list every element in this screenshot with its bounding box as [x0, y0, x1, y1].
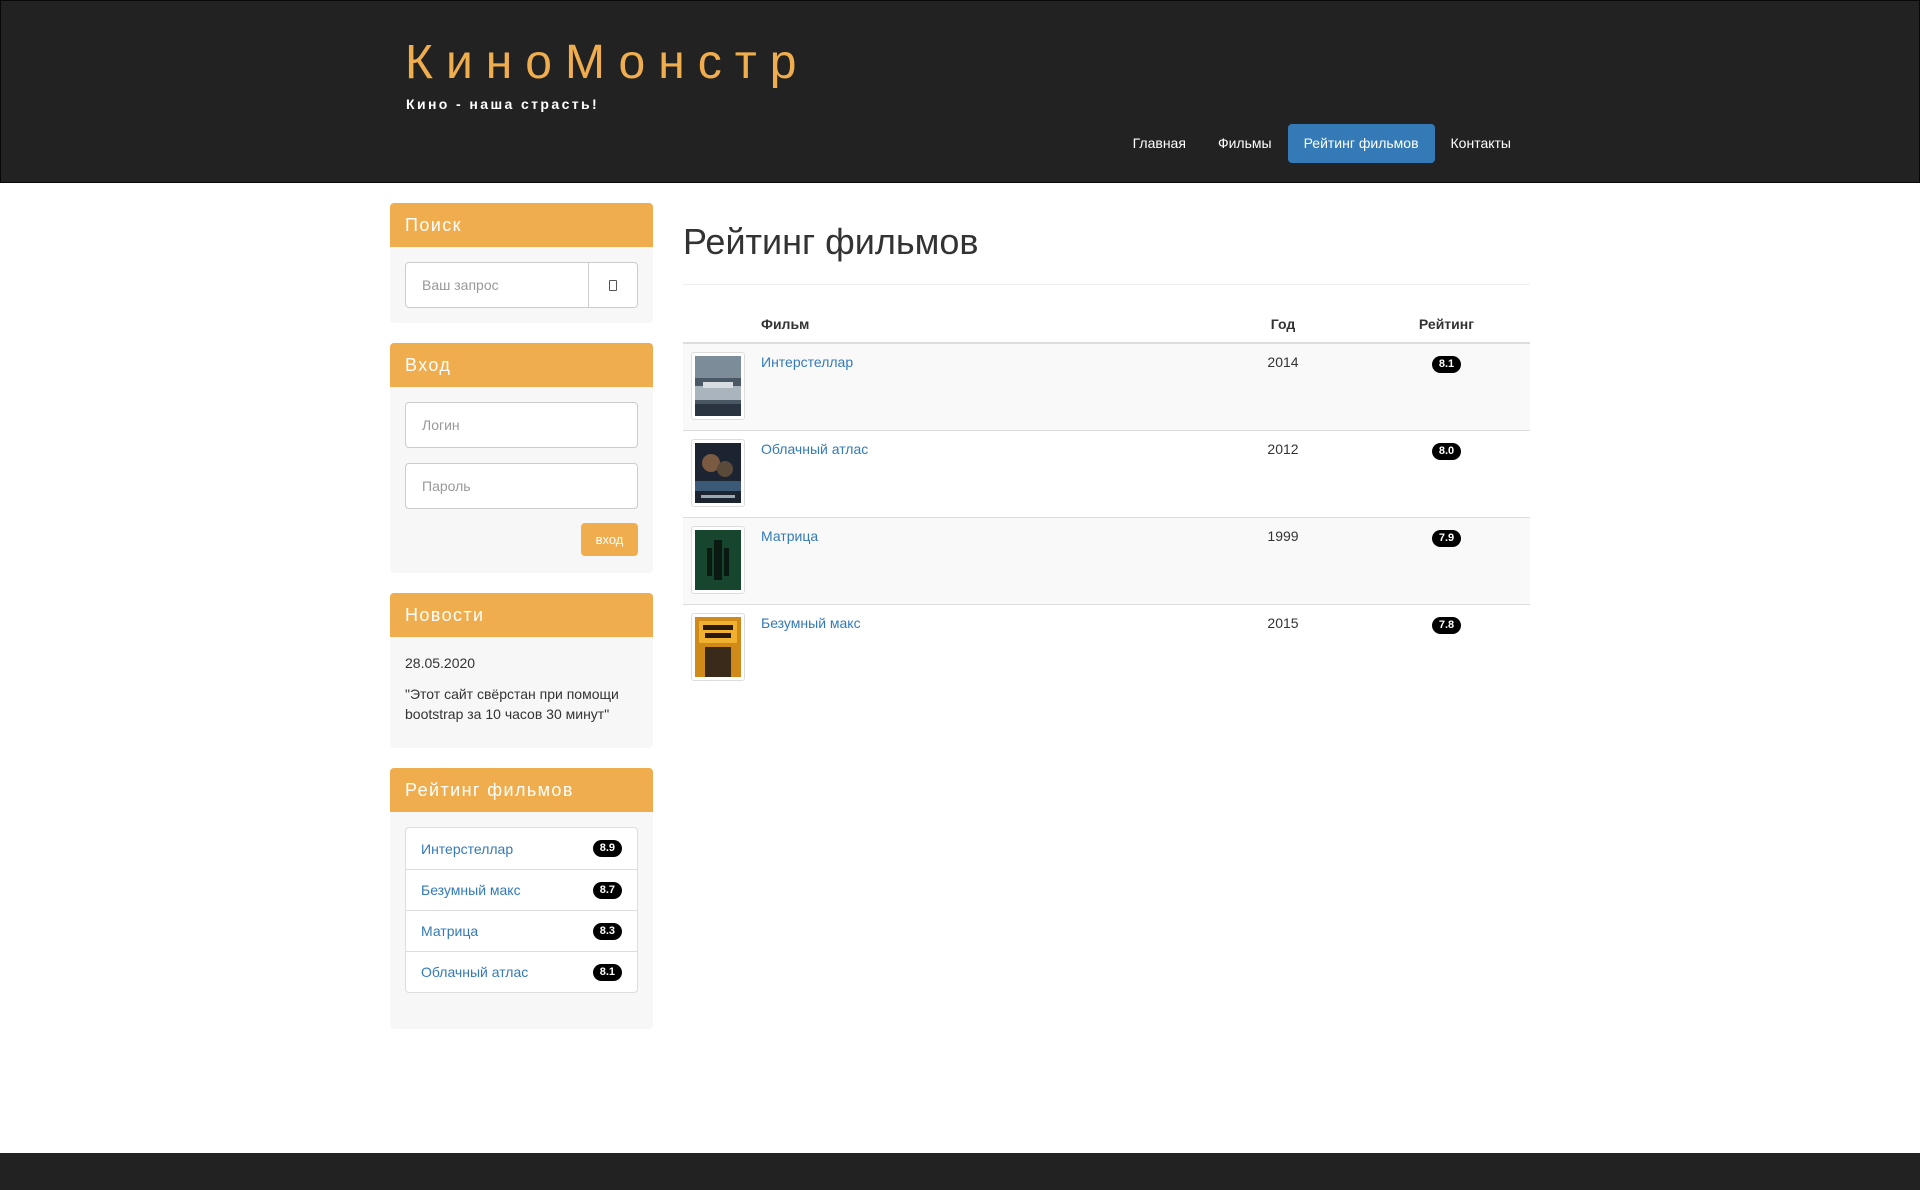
- film-year: 2012: [1203, 430, 1363, 518]
- column-header-rating: Рейтинг: [1363, 305, 1530, 344]
- nav-item-home[interactable]: Главная: [1117, 124, 1202, 163]
- list-item: Безумный макс 8.7: [406, 869, 637, 910]
- search-panel: Поиск Ваш запрос: [390, 203, 653, 323]
- news-panel-title: Новости: [390, 593, 653, 637]
- main-content: Рейтинг фильмов Фильм Год Рейтинг Интерс…: [683, 203, 1530, 691]
- news-date: 28.05.2020: [405, 655, 476, 671]
- login-field[interactable]: Логин: [405, 402, 638, 448]
- rating-link[interactable]: Облачный атлас: [421, 964, 528, 980]
- nav-item-films[interactable]: Фильмы: [1202, 124, 1288, 163]
- rating-badge: 7.9: [1431, 530, 1462, 547]
- rating-badge: 8.0: [1431, 443, 1462, 460]
- rating-list: Интерстеллар 8.9 Безумный макс 8.7 Матри…: [405, 827, 638, 993]
- rating-badge: 8.1: [592, 963, 622, 981]
- site-logo-title[interactable]: КиноМонстр: [405, 37, 809, 89]
- search-button[interactable]: [589, 262, 638, 308]
- sidebar: Поиск Ваш запрос Вход Логин Пароль вход …: [390, 203, 653, 1049]
- table-row: Матрица 1999 7.9: [683, 517, 1530, 605]
- nav-item-rating[interactable]: Рейтинг фильмов: [1287, 124, 1435, 163]
- rating-link[interactable]: Интерстеллар: [421, 841, 513, 857]
- search-input[interactable]: Ваш запрос: [405, 262, 589, 308]
- poster-thumbnail[interactable]: [691, 613, 745, 681]
- poster-thumbnail[interactable]: [691, 352, 745, 420]
- list-item: Матрица 8.3: [406, 910, 637, 951]
- film-link[interactable]: Матрица: [761, 528, 818, 544]
- rating-panel-title: Рейтинг фильмов: [390, 768, 653, 812]
- site-tagline: Кино - наша страсть!: [406, 96, 600, 112]
- poster-image: [695, 617, 741, 677]
- rating-panel: Рейтинг фильмов Интерстеллар 8.9 Безумны…: [390, 768, 653, 1029]
- search-icon: [609, 279, 617, 291]
- film-year: 2014: [1203, 343, 1363, 431]
- site-header: КиноМонстр Кино - наша страсть! Главная …: [0, 0, 1920, 183]
- rating-link[interactable]: Матрица: [421, 923, 478, 939]
- search-group: Ваш запрос: [405, 262, 638, 308]
- list-item: Интерстеллар 8.9: [406, 828, 637, 869]
- rating-table: Фильм Год Рейтинг Интерстеллар 2014 8.1: [683, 305, 1530, 691]
- site-footer: [0, 1153, 1920, 1190]
- rating-badge: 7.8: [1431, 617, 1462, 634]
- poster-thumbnail[interactable]: [691, 526, 745, 594]
- column-header-poster: [683, 305, 753, 344]
- login-panel-title: Вход: [390, 343, 653, 387]
- rating-badge: 8.3: [592, 922, 622, 940]
- table-row: Безумный макс 2015 7.8: [683, 604, 1530, 691]
- table-row: Облачный атлас 2012 8.0: [683, 430, 1530, 518]
- rating-badge: 8.7: [592, 881, 622, 899]
- column-header-film: Фильм: [753, 305, 1203, 344]
- password-field[interactable]: Пароль: [405, 463, 638, 509]
- page-title: Рейтинг фильмов: [683, 222, 1530, 285]
- search-panel-title: Поиск: [390, 203, 653, 247]
- list-item: Облачный атлас 8.1: [406, 951, 637, 992]
- film-link[interactable]: Безумный макс: [761, 615, 861, 631]
- login-button[interactable]: вход: [581, 523, 638, 556]
- film-year: 1999: [1203, 517, 1363, 605]
- rating-link[interactable]: Безумный макс: [421, 882, 521, 898]
- rating-badge: 8.1: [1431, 356, 1462, 373]
- column-header-year: Год: [1203, 305, 1363, 344]
- rating-badge: 8.9: [592, 840, 622, 857]
- poster-thumbnail[interactable]: [691, 439, 745, 507]
- news-text: "Этот сайт свёрстан при помощи bootstrap…: [405, 686, 619, 722]
- table-row: Интерстеллар 2014 8.1: [683, 343, 1530, 431]
- poster-image: [695, 356, 741, 416]
- film-link[interactable]: Интерстеллар: [761, 354, 853, 370]
- login-panel: Вход Логин Пароль вход: [390, 343, 653, 573]
- poster-image: [695, 443, 741, 503]
- poster-image: [695, 530, 741, 590]
- film-link[interactable]: Облачный атлас: [761, 441, 868, 457]
- film-year: 2015: [1203, 604, 1363, 691]
- news-panel: Новости 28.05.2020 "Этот сайт свёрстан п…: [390, 593, 653, 748]
- main-nav: Главная Фильмы Рейтинг фильмов Контакты: [1117, 124, 1527, 163]
- nav-item-contacts[interactable]: Контакты: [1435, 124, 1527, 163]
